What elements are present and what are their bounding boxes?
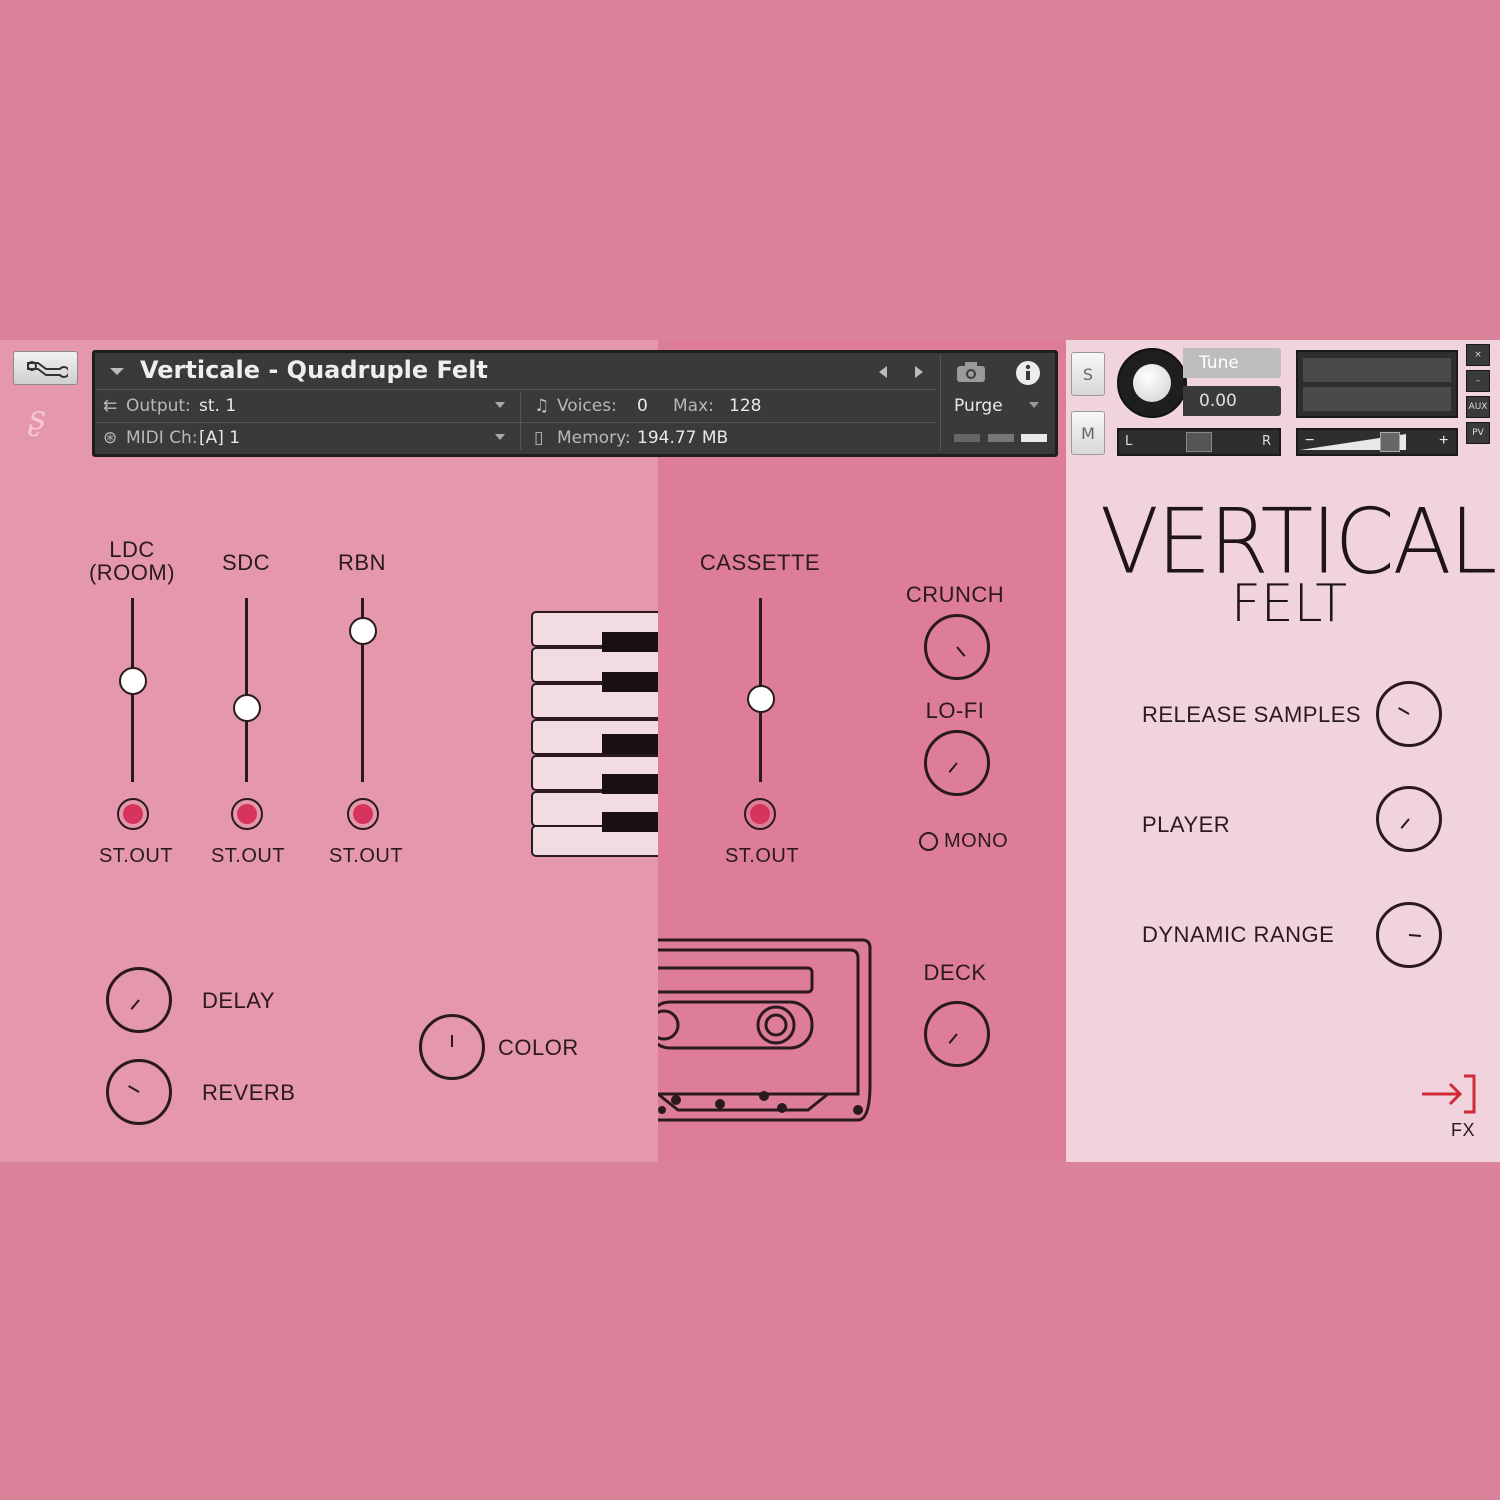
meter-segment: [1021, 434, 1047, 442]
rbn-slider-handle[interactable]: [349, 617, 377, 646]
deck-label: DECK: [923, 960, 987, 985]
crunch-label: CRUNCH: [905, 582, 1005, 607]
output-label: Output:: [126, 396, 191, 416]
brand-logo-icon: ʂ: [28, 398, 46, 438]
sdc-output-button[interactable]: [231, 798, 263, 830]
tune-value[interactable]: 0.00: [1199, 391, 1237, 411]
header-row-divider-2: [96, 422, 936, 423]
aux-button[interactable]: AUX: [1466, 396, 1490, 418]
volume-minus[interactable]: −: [1305, 432, 1314, 450]
max-label: Max:: [673, 396, 714, 416]
level-meter: [1296, 350, 1458, 418]
mono-toggle[interactable]: [919, 832, 938, 851]
ldc-slider-handle[interactable]: [119, 666, 147, 695]
rbn-output-button[interactable]: [347, 798, 379, 830]
lofi-knob[interactable]: [924, 730, 990, 796]
header-column-divider: [520, 392, 521, 450]
header-row-divider: [96, 389, 936, 390]
pan-handle[interactable]: [1186, 432, 1212, 452]
color-label: COLOR: [498, 1035, 579, 1060]
player-label: PLAYER: [1142, 812, 1231, 837]
instrument-title[interactable]: Verticale - Quadruple Felt: [140, 356, 488, 384]
sdc-output-label: ST.OUT: [210, 845, 286, 867]
close-button[interactable]: ×: [1466, 344, 1490, 366]
memory-label: Memory:: [557, 428, 631, 448]
mono-label: MONO: [944, 830, 1009, 852]
voices-label: Voices:: [557, 396, 617, 416]
prev-instrument-icon[interactable]: [876, 364, 890, 380]
minimize-button[interactable]: –: [1466, 370, 1490, 392]
fx-arrow-icon[interactable]: [1420, 1072, 1480, 1116]
midi-label: MIDI Ch:: [126, 428, 198, 448]
midi-value[interactable]: [A] 1: [199, 428, 240, 448]
pv-button[interactable]: PV: [1466, 422, 1490, 444]
meter-segment: [954, 434, 980, 442]
cassette-output-label: ST.OUT: [724, 845, 800, 867]
meter-segment: [988, 434, 1014, 442]
fx-label[interactable]: FX: [1451, 1120, 1475, 1141]
volume-plus[interactable]: +: [1439, 432, 1448, 450]
info-icon[interactable]: [1015, 360, 1041, 386]
mic-ldc-label: LDC (ROOM): [88, 537, 176, 585]
release-samples-knob[interactable]: [1376, 681, 1442, 747]
output-dropdown-icon[interactable]: [494, 400, 506, 410]
solo-button[interactable]: S: [1071, 352, 1105, 396]
performance-panel: [1066, 340, 1500, 1162]
volume-handle[interactable]: [1380, 432, 1400, 452]
output-icon: ⇇: [103, 396, 118, 416]
deck-knob[interactable]: [924, 1001, 990, 1067]
cassette-illustration: [658, 938, 872, 1122]
piano-keys-illustration: [531, 611, 658, 857]
player-knob[interactable]: [1376, 786, 1442, 852]
pan-right-label: R: [1262, 434, 1272, 449]
reverb-label: REVERB: [202, 1080, 296, 1105]
pan-left-label: L: [1125, 434, 1133, 449]
mic-cassette-label: CASSETTE: [699, 550, 821, 575]
dynamic-range-knob[interactable]: [1376, 902, 1442, 968]
delay-knob[interactable]: [106, 967, 172, 1033]
product-logo-subtitle: FELT: [1230, 574, 1348, 634]
output-value[interactable]: st. 1: [199, 396, 236, 416]
mic-rbn-label: RBN: [338, 550, 386, 575]
wrench-icon: [26, 361, 68, 378]
next-instrument-icon[interactable]: [912, 364, 926, 380]
mic-sdc-label: SDC: [222, 550, 270, 575]
wrench-button[interactable]: [13, 351, 78, 385]
header-divider: [940, 355, 941, 451]
reverb-knob[interactable]: [106, 1059, 172, 1125]
ldc-output-label: ST.OUT: [98, 845, 174, 867]
memory-icon: ▯: [534, 428, 544, 448]
delay-label: DELAY: [202, 988, 276, 1013]
cassette-slider-handle[interactable]: [747, 685, 775, 714]
tune-label: Tune: [1199, 353, 1239, 373]
voices-icon: ♫: [534, 396, 550, 416]
lofi-label: LO-FI: [925, 698, 985, 723]
dropdown-arrow-icon[interactable]: [108, 364, 126, 378]
tune-knob[interactable]: [1117, 348, 1187, 418]
purge-dropdown-icon[interactable]: [1028, 400, 1040, 410]
cassette-output-button[interactable]: [744, 798, 776, 830]
voices-value: 0: [637, 396, 648, 416]
midi-dropdown-icon[interactable]: [494, 432, 506, 442]
mute-button[interactable]: M: [1071, 411, 1105, 455]
ldc-output-button[interactable]: [117, 798, 149, 830]
memory-value: 194.77 MB: [637, 428, 729, 448]
midi-icon: ⊛: [103, 428, 118, 448]
color-knob[interactable]: [419, 1014, 485, 1080]
sdc-slider-track[interactable]: [245, 598, 248, 782]
release-samples-label: RELEASE SAMPLES: [1142, 702, 1362, 727]
purge-button[interactable]: Purge: [954, 396, 1003, 416]
max-voices-value[interactable]: 128: [729, 396, 761, 416]
rbn-output-label: ST.OUT: [328, 845, 404, 867]
dynamic-range-label: DYNAMIC RANGE: [1142, 922, 1335, 947]
camera-icon[interactable]: [955, 360, 987, 384]
crunch-knob[interactable]: [924, 614, 990, 680]
